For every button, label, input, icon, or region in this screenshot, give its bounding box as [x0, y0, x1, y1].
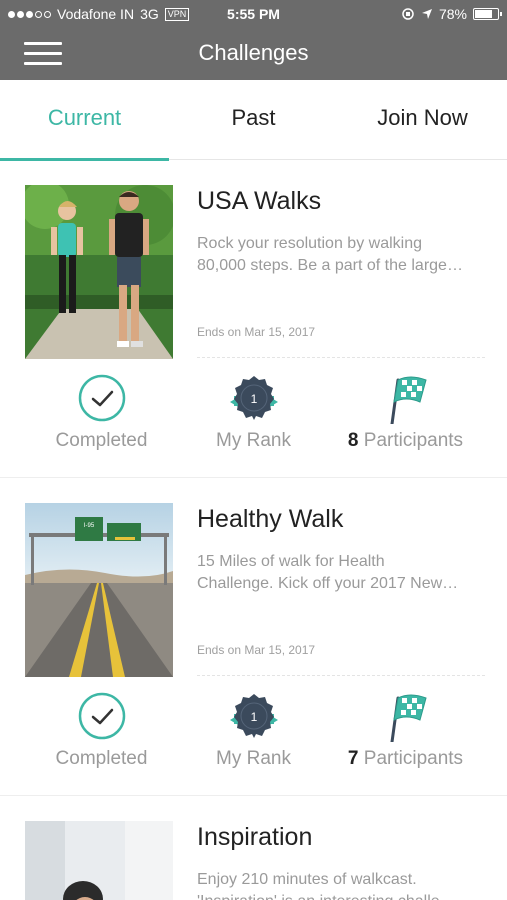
tab-join-now[interactable]: Join Now [338, 80, 507, 160]
status-completed: Completed [17, 688, 186, 778]
status-completed: Completed [17, 370, 186, 460]
rank-number: 1 [251, 710, 258, 724]
challenge-description: 15 Miles of walk for Health Challenge. K… [197, 553, 459, 592]
checkmark-circle-icon [78, 374, 126, 422]
challenge-end-date: Ends on Mar 15, 2017 [197, 643, 316, 657]
rank-badge-icon: 1 [230, 694, 278, 738]
participants-label: 7 Participants [321, 748, 490, 770]
divider [197, 357, 485, 358]
challenge-card[interactable]: I-95 Healthy Walk 15 Miles of walk for H… [0, 478, 507, 796]
battery-percent: 78% [438, 6, 467, 22]
participants-count: 7 [347, 748, 359, 769]
participants-count: 8 [347, 430, 359, 451]
checkmark-circle-icon [78, 692, 126, 740]
battery-icon [473, 8, 502, 20]
challenge-description: Enjoy 210 minutes of walkcast. 'Inspirat… [197, 871, 456, 900]
location-arrow-icon [421, 9, 432, 19]
checkered-flag-icon [390, 694, 427, 742]
participants[interactable]: 8 Participants [321, 370, 490, 460]
divider [197, 675, 485, 676]
challenge-title: Healthy Walk [197, 505, 344, 533]
status-bar: Vodafone IN 3G VPN 5:55 PM 78% [0, 0, 507, 28]
rank-label: My Rank [216, 430, 291, 451]
challenge-image-walkers [25, 185, 173, 359]
status-label: Completed [55, 748, 148, 769]
challenge-image-highway: I-95 [25, 503, 173, 677]
participants-text: Participants [363, 748, 464, 769]
sign-text: I-95 [84, 523, 95, 529]
my-rank[interactable]: 1 My Rank [169, 370, 338, 460]
rank-badge-icon: 1 [230, 376, 278, 420]
challenge-title: Inspiration [197, 823, 313, 851]
challenge-title: USA Walks [197, 187, 322, 215]
tab-current[interactable]: Current [0, 80, 169, 161]
rank-number: 1 [251, 392, 258, 406]
challenge-card[interactable]: Inspiration Enjoy 210 minutes of walkcas… [0, 796, 507, 900]
participants[interactable]: 7 Participants [321, 688, 490, 778]
nav-bar: Challenges [0, 28, 507, 80]
challenge-description: Rock your resolution by walking 80,000 s… [197, 235, 463, 274]
tab-past[interactable]: Past [169, 80, 338, 160]
checkered-flag-icon [390, 376, 427, 424]
status-label: Completed [55, 430, 148, 451]
my-rank[interactable]: 1 My Rank [169, 688, 338, 778]
tab-bar: Current Past Join Now [0, 80, 507, 161]
participants-text: Participants [363, 430, 464, 451]
rank-label: My Rank [216, 748, 291, 769]
rotation-lock-icon [402, 8, 414, 20]
participants-label: 8 Participants [321, 430, 490, 452]
challenge-image-inspiration [25, 821, 173, 900]
status-right-group: 78% [401, 6, 502, 22]
challenge-card[interactable]: USA Walks Rock your resolution by walkin… [0, 160, 507, 478]
page-title: Challenges [198, 40, 309, 65]
challenge-end-date: Ends on Mar 15, 2017 [197, 325, 316, 339]
